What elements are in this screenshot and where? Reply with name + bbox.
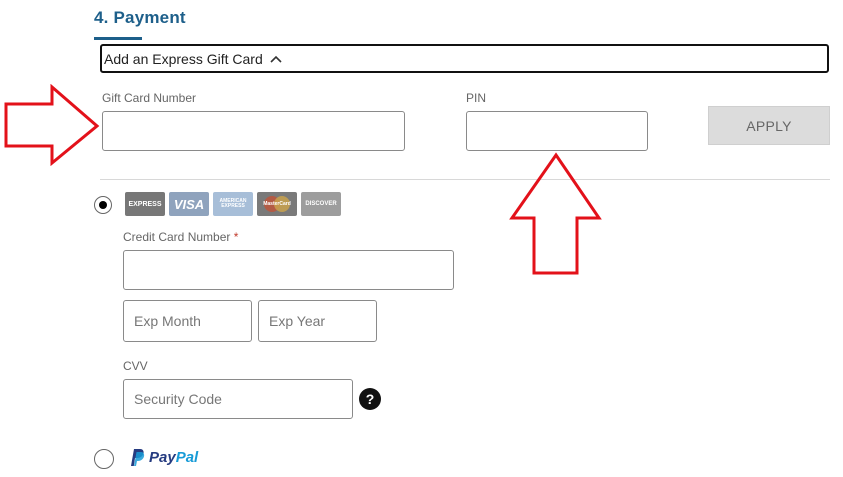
divider (100, 179, 830, 180)
mastercard-logo-text: MasterCard (263, 201, 291, 207)
credit-card-radio[interactable] (94, 196, 112, 214)
visa-logo: VISA (169, 192, 209, 216)
paypal-pay-text: Pay (149, 449, 176, 466)
credit-card-number-input[interactable] (123, 250, 454, 290)
gift-card-toggle[interactable]: Add an Express Gift Card (100, 44, 829, 73)
paypal-p-icon (129, 448, 145, 467)
credit-card-number-label: Credit Card Number * (123, 230, 238, 244)
express-card-logo: EXPRESS (125, 192, 165, 216)
mastercard-logo: MasterCard (257, 192, 297, 216)
gift-card-number-input[interactable] (102, 111, 405, 151)
pin-label: PIN (466, 91, 487, 105)
paypal-pal-text: Pal (175, 449, 199, 466)
apply-button[interactable]: APPLY (708, 106, 830, 145)
pin-input[interactable] (466, 111, 648, 151)
section-title-underline (94, 37, 142, 40)
paypal-radio[interactable] (94, 449, 114, 469)
discover-logo: DISCOVER (301, 192, 341, 216)
annotation-arrow-up-icon (509, 152, 602, 275)
paypal-logo: Pay Pal (129, 448, 198, 467)
credit-card-number-label-text: Credit Card Number (123, 230, 231, 244)
security-code-input[interactable] (123, 379, 353, 419)
cvv-label: CVV (123, 359, 148, 373)
amex-logo: AMERICAN EXPRESS (213, 192, 253, 216)
required-asterisk: * (233, 230, 239, 244)
section-title: 4. Payment (94, 8, 186, 27)
help-icon[interactable]: ? (359, 388, 381, 410)
exp-year-input[interactable] (258, 300, 377, 342)
exp-month-input[interactable] (123, 300, 252, 342)
chevron-up-icon (270, 55, 282, 63)
annotation-arrow-right-icon (4, 84, 100, 166)
gift-card-toggle-label: Add an Express Gift Card (104, 50, 263, 67)
gift-card-number-label: Gift Card Number (102, 91, 197, 105)
